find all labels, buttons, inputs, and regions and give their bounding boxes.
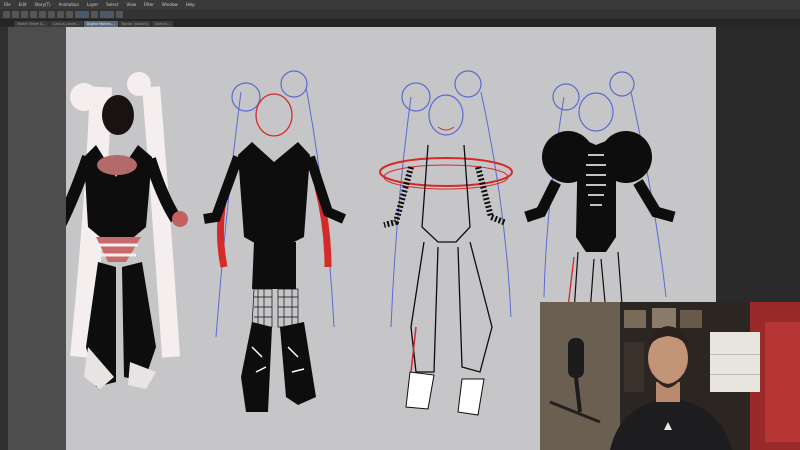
wall-frame	[652, 308, 676, 328]
character-figure-3	[379, 70, 513, 416]
wall-frame	[624, 310, 646, 328]
menu-bar: File Edit Story(T) Animation Layer Selec…	[0, 0, 800, 9]
quick-access-icon[interactable]	[75, 10, 89, 18]
menu-item-layer[interactable]: Layer	[83, 0, 102, 9]
snap-icon[interactable]	[116, 10, 123, 18]
undo-icon[interactable]	[30, 10, 37, 18]
shelf-unit	[710, 332, 760, 392]
clear-icon[interactable]	[48, 10, 55, 18]
save-icon[interactable]	[21, 10, 28, 18]
menu-item-window[interactable]: Window	[158, 0, 182, 9]
open-file-icon[interactable]	[12, 10, 19, 18]
menu-item-select[interactable]: Select	[102, 0, 122, 9]
redo-icon[interactable]	[39, 10, 46, 18]
select-icon[interactable]	[91, 10, 98, 18]
menu-item-animation[interactable]: Animation	[55, 0, 83, 9]
transform-icon[interactable]	[57, 10, 64, 18]
layer-icon[interactable]	[100, 10, 114, 18]
fill-icon[interactable]	[66, 10, 73, 18]
menu-item-view[interactable]: View	[123, 0, 141, 9]
character-figure-1	[66, 72, 188, 389]
webcam-overlay	[540, 302, 800, 450]
menu-item-file[interactable]: File	[0, 0, 15, 9]
new-file-icon[interactable]	[3, 10, 10, 18]
menu-item-help[interactable]: Help	[182, 0, 199, 9]
character-figure-2	[203, 70, 347, 412]
document-tab-strip: Model Sheet D... Cactus Lanes... Digital…	[0, 20, 800, 27]
menu-item-story[interactable]: Story(T)	[30, 0, 54, 9]
wall-frame	[680, 310, 702, 328]
webcam-scene	[540, 302, 800, 450]
menu-item-filter[interactable]: Filter	[140, 0, 158, 9]
layer-panel	[716, 27, 800, 307]
tool-palette	[0, 27, 8, 450]
toolbar	[0, 9, 800, 20]
menu-item-edit[interactable]: Edit	[15, 0, 31, 9]
